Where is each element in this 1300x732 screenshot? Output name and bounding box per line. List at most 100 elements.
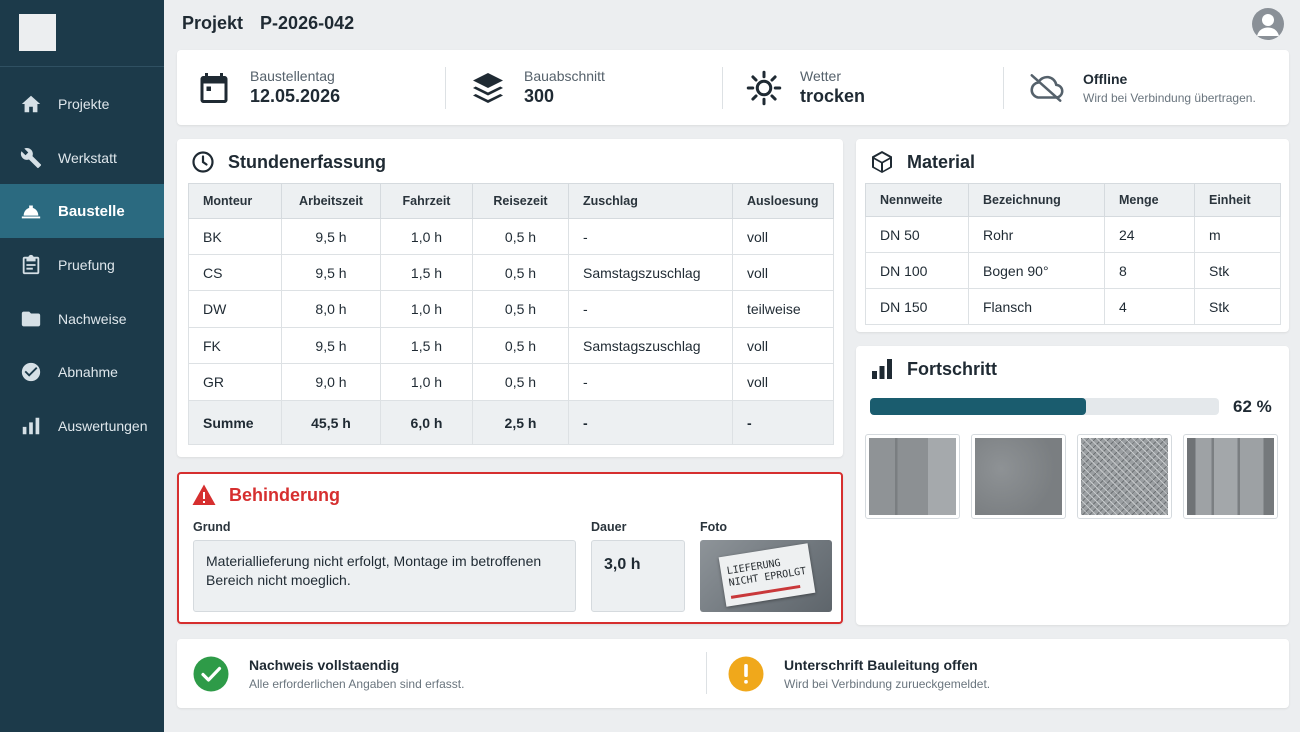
cell-arbeitszeit: 9,5 h	[281, 327, 381, 364]
progress-photo[interactable]	[1183, 434, 1278, 519]
cell-monteur: CS	[188, 254, 282, 291]
table-row[interactable]: DN 150 Flansch 4 Stk	[865, 288, 1281, 325]
table-row[interactable]: CS 9,5 h 1,5 h 0,5 h Samstagszuschlag vo…	[188, 254, 834, 291]
clipboard-icon	[19, 253, 43, 277]
page-title-label: Projekt	[182, 13, 244, 33]
progress-card: Fortschritt 62 %	[856, 346, 1289, 625]
info-date: Baustellentag 12.05.2026	[194, 50, 340, 125]
wrench-icon	[19, 146, 43, 170]
avatar[interactable]	[1252, 8, 1284, 40]
home-icon	[19, 92, 43, 116]
material-table: Nennweite Bezeichnung Menge Einheit DN 5…	[865, 183, 1281, 325]
page-title: Projekt P-2026-042	[182, 13, 366, 34]
sidebar-item-label: Werkstatt	[58, 149, 117, 166]
cell-zuschlag: Samstagszuschlag	[568, 327, 733, 364]
sidebar-item-label: Auswertungen	[58, 417, 148, 434]
cell-monteur: FK	[188, 327, 282, 364]
sidebar-item-baustelle[interactable]: Baustelle	[0, 184, 164, 239]
sidebar-item-werkstatt[interactable]: Werkstatt	[0, 131, 164, 185]
cell-fahrzeit: 1,0 h	[380, 363, 473, 401]
table-row[interactable]: DN 100 Bogen 90° 8 Stk	[865, 252, 1281, 289]
cell-ausloesung: voll	[732, 363, 834, 401]
cell-bezeichnung: Rohr	[968, 216, 1105, 253]
section-label: Bauabschnitt	[524, 68, 605, 84]
photo-image	[869, 438, 956, 515]
cell-sum-label: Summe	[188, 400, 282, 445]
column-header: Menge	[1104, 183, 1195, 217]
progress-photo[interactable]	[971, 434, 1066, 519]
cell-nennweite: DN 100	[865, 252, 969, 289]
bar-chart-icon	[19, 414, 43, 438]
sidebar-item-label: Abnahme	[58, 364, 118, 381]
table-row[interactable]: BK 9,5 h 1,0 h 0,5 h - voll	[188, 218, 834, 255]
table-row[interactable]: DN 50 Rohr 24 m	[865, 216, 1281, 253]
duration-label: Dauer	[591, 520, 627, 534]
photo-image	[975, 438, 1062, 515]
progress-photo[interactable]	[865, 434, 960, 519]
table-sum-row: Summe 45,5 h 6,0 h 2,5 h - -	[188, 400, 834, 445]
info-weather: Wetter trocken	[744, 50, 865, 125]
sidebar-item-projekte[interactable]: Projekte	[0, 77, 164, 131]
cell-monteur: DW	[188, 290, 282, 328]
date-label: Baustellentag	[250, 68, 335, 84]
signal-bars-icon	[869, 356, 895, 382]
info-divider	[1003, 67, 1004, 109]
weather-value: trocken	[800, 86, 866, 106]
box-icon	[869, 149, 895, 175]
cell-reisezeit: 0,5 h	[472, 363, 569, 401]
cloud-offline-icon	[1025, 68, 1067, 108]
table-row[interactable]: FK 9,5 h 1,5 h 0,5 h Samstagszuschlag vo…	[188, 327, 834, 364]
material-card: Material Nennweite Bezeichnung Menge Ein…	[856, 139, 1289, 332]
folder-icon	[19, 307, 43, 331]
sidebar: Projekte Werkstatt Baustelle Pruefung Na…	[0, 0, 164, 732]
cell-sum-arbeitszeit: 45,5 h	[281, 400, 381, 445]
material-title: Material	[907, 151, 976, 172]
sidebar-item-abnahme[interactable]: Abnahme	[0, 345, 164, 399]
sidebar-item-auswertungen[interactable]: Auswertungen	[0, 399, 164, 453]
photo-image	[1187, 438, 1274, 515]
complete-sub: Alle erforderlichen Angaben sind erfasst…	[249, 676, 465, 691]
status-title: Offline	[1083, 70, 1128, 87]
info-divider	[445, 67, 446, 109]
obstruction-title: Behinderung	[229, 484, 340, 505]
cell-zuschlag: -	[568, 218, 733, 255]
cell-zuschlag: Samstagszuschlag	[568, 254, 733, 291]
exclamation-circle-icon	[728, 656, 764, 691]
column-header: Monteur	[188, 183, 282, 219]
table-row[interactable]: GR 9,0 h 1,0 h 0,5 h - voll	[188, 363, 834, 401]
table-row[interactable]: DW 8,0 h 1,0 h 0,5 h - teilweise	[188, 290, 834, 328]
material-card-title: Material	[869, 149, 975, 175]
cell-menge: 8	[1104, 252, 1195, 289]
cell-sum-zuschlag: -	[568, 400, 733, 445]
check-circle-icon	[193, 656, 229, 691]
sidebar-item-pruefung[interactable]: Pruefung	[0, 238, 164, 292]
status-sub: Wird bei Verbindung übertragen.	[1083, 90, 1256, 105]
progress-percent: 62 %	[1233, 397, 1272, 416]
footer-divider	[706, 652, 707, 694]
status-signature: Unterschrift Bauleitung offen Wird bei V…	[728, 639, 990, 708]
app-logo	[19, 14, 56, 51]
column-header: Zuschlag	[568, 183, 733, 219]
cell-arbeitszeit: 9,0 h	[281, 363, 381, 401]
duration-field[interactable]: 3,0 h	[591, 540, 685, 612]
reason-field[interactable]: Materiallieferung nicht erfolgt, Montage…	[193, 540, 576, 612]
photo-note: LIEFERUNG NICHT EPROLGT	[718, 543, 816, 607]
progress-photo[interactable]	[1077, 434, 1172, 519]
cell-ausloesung: voll	[732, 254, 834, 291]
progress-bar-fill	[870, 398, 1087, 415]
project-id: P-2026-042	[260, 13, 355, 33]
photo-thumbnail[interactable]: LIEFERUNG NICHT EPROLGT	[700, 540, 832, 612]
obstruction-card-title: Behinderung	[191, 482, 340, 508]
column-header: Nennweite	[865, 183, 969, 217]
hours-card-title: Stundenerfassung	[190, 149, 386, 175]
hours-title: Stundenerfassung	[228, 151, 387, 172]
sidebar-item-label: Nachweise	[58, 310, 127, 327]
signature-sub: Wird bei Verbindung zurueckgemeldet.	[784, 676, 991, 691]
sidebar-item-nachweise[interactable]: Nachweise	[0, 292, 164, 346]
cell-ausloesung: voll	[732, 218, 834, 255]
column-header: Reisezeit	[472, 183, 569, 219]
cell-reisezeit: 0,5 h	[472, 254, 569, 291]
cell-einheit: Stk	[1194, 252, 1281, 289]
hours-table: Monteur Arbeitszeit Fahrzeit Reisezeit Z…	[188, 183, 834, 445]
table-header-row: Nennweite Bezeichnung Menge Einheit	[865, 183, 1281, 217]
